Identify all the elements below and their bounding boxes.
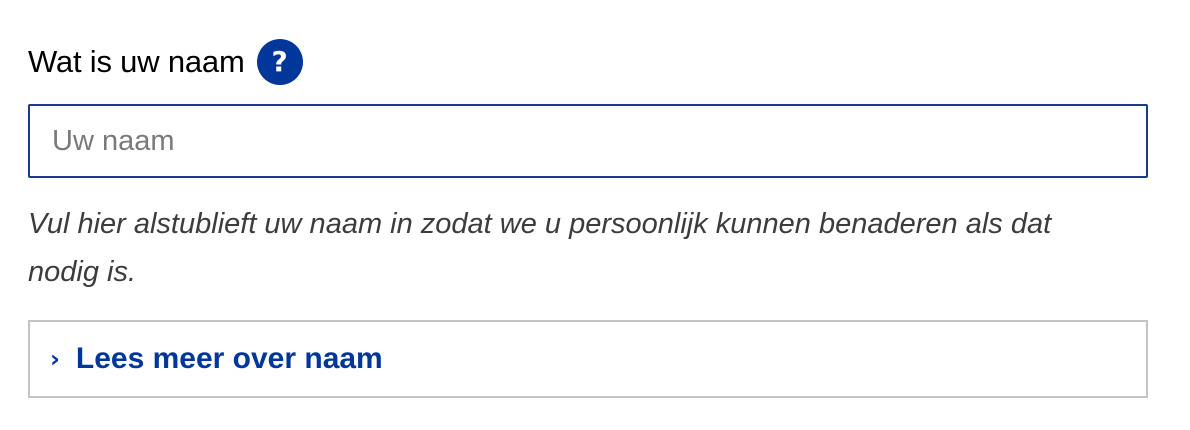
read-more-toggle[interactable]: › Lees meer over naam bbox=[28, 320, 1148, 398]
field-label: Wat is uw naam bbox=[28, 44, 245, 79]
field-hint: Vul hier alstublieft uw naam in zodat we… bbox=[28, 208, 1052, 288]
question-mark-icon[interactable]: ? bbox=[256, 39, 303, 85]
name-field-group: Wat is uw naam ? Vul hier alstublieft uw… bbox=[28, 38, 1148, 398]
name-input[interactable] bbox=[28, 104, 1148, 178]
chevron-right-icon: › bbox=[50, 345, 60, 373]
field-label-row: Wat is uw naam ? bbox=[28, 38, 1148, 86]
read-more-label: Lees meer over naam bbox=[75, 342, 383, 375]
